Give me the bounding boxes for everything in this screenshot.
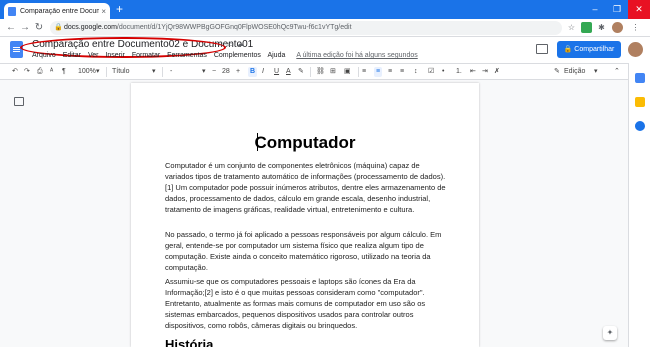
maximize-button[interactable]: ❐ (606, 0, 628, 19)
text-color-button[interactable]: A (286, 67, 291, 77)
redo-icon[interactable]: ↷ (24, 67, 30, 77)
style-chevron-icon: ▾ (152, 68, 156, 75)
browser-tabstrip: Comparação entre Documento02 × + – ❐ ✕ (0, 0, 650, 19)
indent-increase-icon[interactable]: ⇥ (482, 67, 488, 77)
last-edit-link[interactable]: A última edição foi há alguns segundos (296, 52, 417, 59)
section-heading[interactable]: História (165, 337, 213, 347)
share-label: Compartilhar (574, 46, 615, 53)
forward-icon[interactable]: → (18, 21, 32, 35)
reload-icon[interactable]: ↻ (32, 21, 46, 35)
title-actions: ☆▭☁ (218, 40, 247, 48)
font-size-increase-icon[interactable]: + (236, 67, 240, 77)
paint-format-icon[interactable]: ¶ (62, 67, 66, 77)
align-center-icon[interactable]: ≡ (374, 67, 383, 77)
browser-tab[interactable]: Comparação entre Documento02 × (4, 3, 110, 19)
spellcheck-icon[interactable]: ᴬ (50, 67, 53, 77)
tab-title: Comparação entre Documento02 (20, 7, 100, 15)
paragraph[interactable]: Assumiu-se que os computadores pessoais … (165, 276, 447, 331)
star-icon[interactable]: ☆ (218, 41, 227, 48)
minimize-button[interactable]: – (584, 0, 606, 19)
document-outline-icon[interactable] (14, 97, 24, 106)
document-page[interactable]: Computador Computador é um conjunto de c… (131, 83, 479, 347)
zoom-chevron-icon: ▾ (96, 68, 100, 75)
paragraph[interactable]: No passado, o termo já foi aplicado a pe… (165, 229, 447, 273)
add-comment-icon[interactable]: ⊞ (330, 67, 336, 77)
font-size-field[interactable]: 28 (222, 67, 230, 77)
underline-button[interactable]: U (274, 67, 279, 77)
calendar-icon[interactable] (635, 73, 645, 83)
cloud-status-icon: ☁ (236, 41, 247, 48)
bullet-list-icon[interactable]: • (442, 67, 444, 77)
menu-editar[interactable]: Editar (63, 52, 81, 59)
menu-formatar[interactable]: Formatar (132, 52, 160, 59)
menu-ajuda[interactable]: Ajuda (267, 52, 285, 59)
collapse-menus-icon[interactable]: ⌃ (614, 67, 620, 77)
back-icon[interactable]: ← (4, 21, 18, 35)
mode-chevron-icon: ▾ (594, 68, 598, 75)
font-select[interactable]: - (170, 67, 172, 77)
bold-button[interactable]: B (248, 67, 258, 77)
font-size-decrease-icon[interactable]: − (212, 67, 216, 77)
highlight-icon[interactable]: ✎ (298, 67, 304, 77)
formatting-toolbar: ↶ ↷ ⎙ ᴬ ¶ 100% ▾ Título ▾ - ▾ − 28 + B I… (0, 63, 628, 80)
docs-header: Comparação entre Documento02 e Documento… (0, 37, 650, 63)
docs-favicon-icon (8, 6, 16, 16)
menu-arquivo[interactable]: Arquivo (32, 52, 56, 59)
explore-button-icon[interactable]: ✦ (603, 326, 617, 340)
style-select[interactable]: Título (112, 67, 130, 77)
tasks-icon[interactable] (635, 121, 645, 131)
document-heading[interactable]: Computador (131, 133, 479, 153)
extensions-puzzle-icon[interactable]: ✱ (596, 22, 607, 33)
toolbar-divider (358, 67, 359, 77)
comments-icon[interactable] (536, 44, 548, 54)
italic-button[interactable]: I (262, 67, 264, 77)
line-spacing-icon[interactable]: ↕ (414, 67, 418, 77)
chrome-menu-icon[interactable]: ⋮ (630, 22, 641, 33)
toolbar-divider (162, 67, 163, 77)
share-button[interactable]: 🔒 Compartilhar (557, 41, 621, 58)
print-icon[interactable]: ⎙ (37, 67, 43, 77)
text-cursor (257, 133, 258, 151)
clear-format-icon[interactable]: ✗ (494, 67, 500, 77)
editing-mode-select[interactable]: Edição (564, 67, 585, 77)
indent-decrease-icon[interactable]: ⇤ (470, 67, 476, 77)
link-icon[interactable]: ⛓ (316, 67, 325, 77)
menu-bar: Arquivo Editar Ver Inserir Formatar Ferr… (32, 52, 423, 59)
mode-pencil-icon: ✎ (554, 68, 560, 75)
toolbar-divider (310, 67, 311, 77)
toolbar-divider (106, 67, 107, 77)
menu-ferramentas[interactable]: Ferramentas (167, 52, 207, 59)
checklist-icon[interactable]: ☑ (428, 67, 434, 77)
paragraph[interactable]: Computador é um conjunto de componentes … (165, 160, 447, 215)
insert-image-icon[interactable]: ▣ (344, 67, 351, 77)
extension-icon[interactable] (581, 22, 592, 33)
align-right-icon[interactable]: ≡ (388, 67, 392, 77)
move-folder-icon[interactable]: ▭ (227, 41, 237, 48)
url-domain: docs.google.com (64, 24, 117, 31)
numbered-list-icon[interactable]: 1. (456, 67, 462, 77)
tab-close-icon[interactable]: × (101, 7, 106, 16)
align-left-icon[interactable]: ≡ (362, 67, 366, 77)
side-panel (628, 63, 650, 347)
url-field[interactable]: 🔒 docs.google.com/document/d/1YjQr98WWPB… (50, 21, 562, 35)
font-chevron-icon: ▾ (202, 68, 206, 75)
undo-icon[interactable]: ↶ (12, 67, 18, 77)
align-justify-icon[interactable]: ≡ (400, 67, 404, 77)
profile-avatar-icon[interactable] (612, 22, 623, 33)
menu-complementos[interactable]: Complementos (214, 52, 261, 59)
keep-icon[interactable] (635, 97, 645, 107)
new-tab-button[interactable]: + (116, 2, 123, 16)
menu-inserir[interactable]: Inserir (105, 52, 124, 59)
close-window-button[interactable]: ✕ (628, 0, 650, 19)
user-avatar[interactable] (628, 42, 643, 57)
bookmark-star-icon[interactable]: ☆ (566, 22, 577, 33)
address-bar-row: ← → ↻ 🔒 docs.google.com/document/d/1YjQr… (0, 19, 650, 37)
lock-share-icon: 🔒 (563, 46, 575, 53)
zoom-select[interactable]: 100% (78, 67, 96, 77)
lock-icon: 🔒 (54, 24, 63, 31)
menu-ver[interactable]: Ver (88, 52, 99, 59)
url-path: /document/d/1YjQr98WWPBgGOFGnq0FlpWOSE0h… (116, 24, 352, 31)
